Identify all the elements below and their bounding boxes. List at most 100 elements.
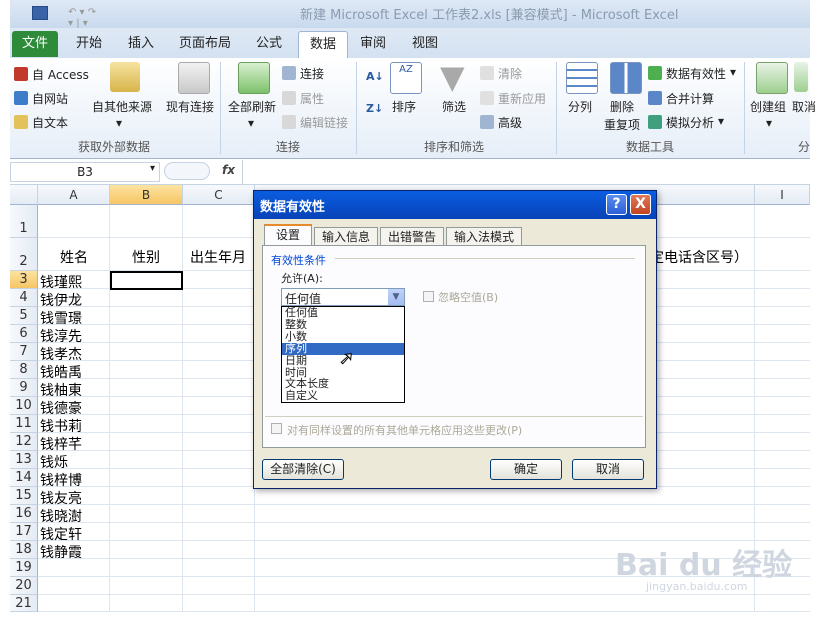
tab-insert[interactable]: 插入 (118, 31, 164, 57)
text-to-columns-button[interactable]: 分列 (568, 98, 592, 115)
name-cell[interactable]: 钱德豪 (40, 398, 82, 418)
clear-button[interactable]: 清除 (498, 65, 522, 82)
group-button[interactable]: 创建组 (750, 98, 786, 115)
properties-button[interactable]: 属性 (300, 90, 324, 107)
column-header[interactable]: A (38, 185, 110, 205)
name-cell[interactable]: 钱定轩 (40, 524, 82, 544)
filter-button[interactable]: 筛选 (442, 98, 466, 115)
row-header[interactable]: 9 (10, 379, 38, 397)
allow-option[interactable]: 整数 (282, 318, 404, 331)
tab-review[interactable]: 审阅 (350, 31, 396, 57)
tab-formulas[interactable]: 公式 (246, 31, 292, 57)
help-button[interactable]: ? (606, 194, 627, 215)
row-header[interactable]: 7 (10, 343, 38, 361)
row-header[interactable]: 14 (10, 469, 38, 487)
name-cell[interactable]: 钱雪璟 (40, 308, 82, 328)
save-icon[interactable] (32, 6, 48, 20)
row-header[interactable]: 15 (10, 487, 38, 505)
edit-links-button[interactable]: 编辑链接 (300, 114, 348, 131)
name-cell[interactable]: 钱友亮 (40, 488, 82, 508)
other-sources-button[interactable]: 自其他来源 (92, 98, 152, 115)
column-header[interactable]: C (183, 185, 255, 205)
name-cell[interactable]: 钱柚東 (40, 380, 82, 400)
tab-input-message[interactable]: 输入信息 (314, 227, 378, 245)
ok-button[interactable]: 确定 (490, 459, 562, 480)
row-header[interactable]: 10 (10, 397, 38, 415)
consolidate-button[interactable]: 合并计算 (666, 90, 714, 107)
column-header[interactable]: B (110, 185, 183, 205)
row-header[interactable]: 1 (10, 205, 38, 238)
name-cell[interactable]: 钱皓禹 (40, 362, 82, 382)
row-header[interactable]: 5 (10, 307, 38, 325)
remove-duplicates-button[interactable]: 删除 (610, 98, 634, 115)
ignore-blank-checkbox[interactable] (423, 291, 434, 302)
allow-option[interactable]: 小数 (282, 330, 404, 343)
tab-data[interactable]: 数据 (298, 31, 348, 58)
row-header[interactable]: 19 (10, 559, 38, 577)
row-header[interactable]: 6 (10, 325, 38, 343)
tab-settings[interactable]: 设置 (264, 224, 312, 246)
tab-home[interactable]: 开始 (66, 31, 112, 57)
name-cell[interactable]: 钱晓澍 (40, 506, 82, 526)
from-web-button[interactable]: 自网站 (32, 90, 68, 107)
sort-descending-icon[interactable]: Z↓ (366, 102, 383, 115)
formula-input[interactable] (244, 162, 804, 182)
row-header[interactable]: 12 (10, 433, 38, 451)
row-header[interactable]: 17 (10, 523, 38, 541)
advanced-button[interactable]: 高级 (498, 114, 522, 131)
tab-ime-mode[interactable]: 输入法模式 (446, 227, 522, 245)
data-validation-button[interactable]: 数据有效性 (666, 65, 726, 82)
tab-view[interactable]: 视图 (402, 31, 448, 57)
name-cell[interactable]: 钱静霞 (40, 542, 82, 562)
row-header[interactable]: 8 (10, 361, 38, 379)
connections-button[interactable]: 连接 (300, 65, 324, 82)
header-cell-name[interactable]: 姓名 (60, 247, 88, 267)
row-header[interactable]: 18 (10, 541, 38, 559)
tab-error-alert[interactable]: 出错警告 (380, 227, 444, 245)
name-cell[interactable]: 钱书莉 (40, 416, 82, 436)
header-cell-phone[interactable]: 定电话含区号） (650, 247, 748, 267)
what-if-analysis-button[interactable]: 模拟分析 (666, 114, 714, 131)
header-cell-gender[interactable]: 性别 (132, 247, 160, 267)
row-header[interactable]: 16 (10, 505, 38, 523)
name-cell[interactable]: 钱梓芊 (40, 434, 82, 454)
tab-page-layout[interactable]: 页面布局 (170, 31, 240, 57)
header-cell-birth[interactable]: 出生年月 (190, 247, 246, 267)
row-header[interactable]: 21 (10, 595, 38, 612)
apply-all-checkbox[interactable] (271, 423, 282, 434)
existing-connections-button[interactable]: 现有连接 (166, 98, 214, 115)
chevron-down-icon[interactable]: ▼ (388, 289, 404, 305)
name-cell[interactable]: 钱伊龙 (40, 290, 82, 310)
row-header[interactable]: 20 (10, 577, 38, 595)
cancel-button[interactable]: 取消 (572, 459, 644, 480)
name-cell[interactable]: 钱烁 (40, 452, 68, 472)
close-button[interactable]: X (630, 194, 651, 215)
ungroup-button[interactable]: 取消 (792, 98, 816, 115)
sort-button[interactable]: 排序 (392, 98, 416, 115)
tab-file[interactable]: 文件 (12, 31, 58, 57)
dialog-title-bar[interactable]: 数据有效性 ? X (254, 191, 656, 219)
name-cell[interactable]: 钱梓博 (40, 470, 82, 490)
name-box[interactable]: B3 (10, 162, 160, 182)
row-header[interactable]: 11 (10, 415, 38, 433)
insert-function-button[interactable]: fx (222, 163, 235, 177)
chevron-down-icon[interactable]: ▾ (150, 163, 155, 174)
row-header[interactable]: 2 (10, 238, 38, 271)
row-header[interactable]: 3 (10, 271, 38, 289)
from-access-button[interactable]: 自 Access (32, 66, 89, 83)
row-header[interactable]: 13 (10, 451, 38, 469)
column-header[interactable]: I (755, 185, 810, 205)
allow-select[interactable]: 任何值 ▼ (281, 288, 405, 306)
allow-option[interactable]: 自定义 (282, 390, 404, 402)
name-cell[interactable]: 钱瑾熙 (40, 272, 82, 292)
from-text-button[interactable]: 自文本 (32, 114, 68, 131)
reapply-button[interactable]: 重新应用 (498, 90, 546, 107)
refresh-all-button[interactable]: 全部刷新 (228, 98, 276, 115)
clear-all-button[interactable]: 全部清除(C) (262, 459, 344, 480)
name-cell[interactable]: 钱淳先 (40, 326, 82, 346)
select-all-corner[interactable] (10, 185, 38, 205)
selected-cell-b3[interactable] (110, 271, 183, 290)
sort-ascending-icon[interactable]: A↓ (366, 70, 384, 83)
quick-access-toolbar[interactable]: ↶ ▾ ↷ ▾ | ▾ (68, 7, 104, 29)
row-header[interactable]: 4 (10, 289, 38, 307)
